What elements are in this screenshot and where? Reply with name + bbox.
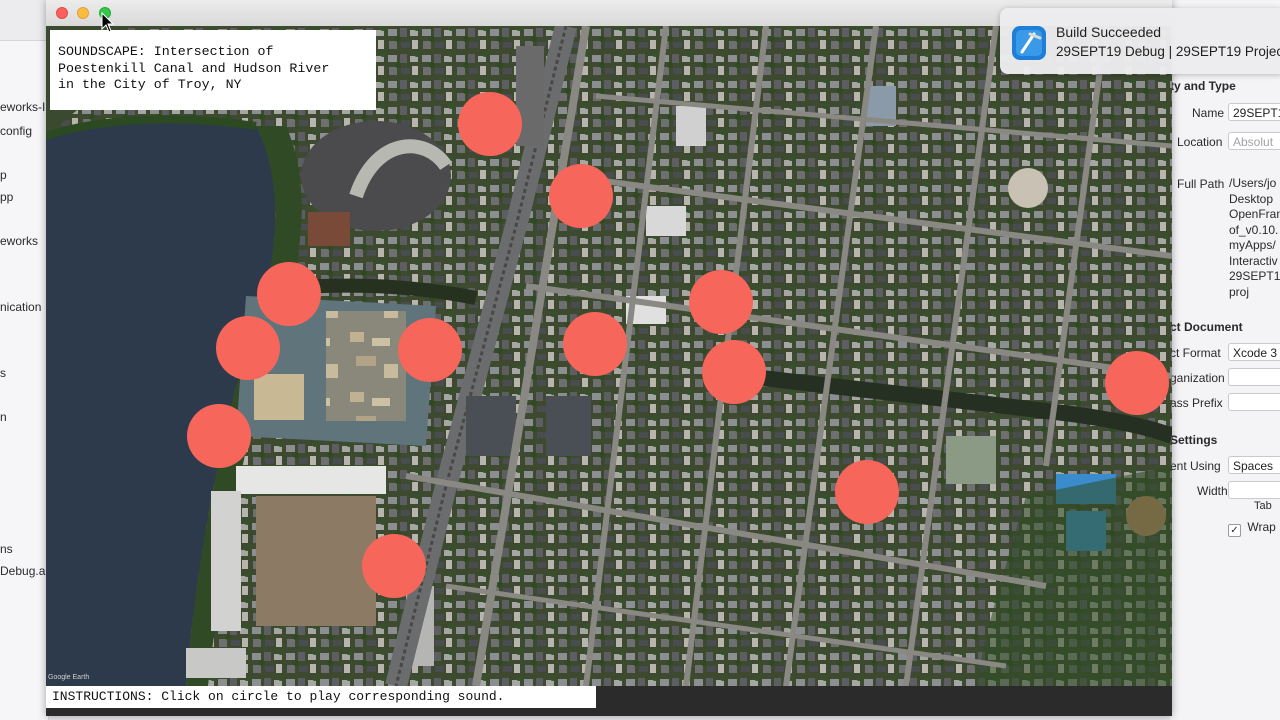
xcode-toolbar (0, 0, 48, 41)
navigator-item[interactable]: config (0, 124, 32, 138)
instructions-bar: INSTRUCTIONS: Click on circle to play co… (46, 686, 596, 708)
sound-circle-10[interactable] (835, 460, 899, 524)
navigator-item[interactable]: ns (0, 542, 13, 556)
name-field[interactable]: 29SEPT1 (1228, 103, 1280, 121)
class-prefix-field[interactable] (1228, 393, 1280, 411)
notification-title: Build Succeeded (1056, 24, 1162, 40)
location-select[interactable]: Absolut (1228, 132, 1280, 150)
title-line-2: Poestenkill Canal and Hudson River (58, 60, 330, 76)
close-window-button[interactable] (56, 7, 68, 19)
navigator-item[interactable]: p (0, 168, 7, 182)
xcode-icon (1012, 26, 1046, 60)
navigator-item[interactable]: pp (0, 190, 13, 204)
minimize-window-button[interactable] (77, 7, 89, 19)
full-path-value: /Users/jo Desktop OpenFran of_v0.10. myA… (1229, 176, 1280, 299)
section-text-settings: Settings (1170, 433, 1218, 447)
sound-circle-6[interactable] (563, 312, 627, 376)
soundscape-app-window: SOUNDSCAPE: Intersection of Poestenkill … (46, 0, 1172, 716)
xcode-file-inspector: ty and Type Name 29SEPT1 Location Absolu… (1170, 0, 1280, 720)
sound-circle-9[interactable] (187, 404, 251, 468)
checkmark-icon: ✓ (1228, 524, 1241, 537)
map-watermark: Google Earth (48, 674, 90, 681)
notification-body: 29SEPT19 Debug | 29SEPT19 Project (1056, 44, 1280, 59)
soundscape-canvas[interactable]: SOUNDSCAPE: Intersection of Poestenkill … (46, 26, 1172, 686)
indent-using-select[interactable]: Spaces (1228, 456, 1280, 474)
location-label: Location (1177, 135, 1223, 149)
navigator-item[interactable]: nication (0, 300, 41, 314)
soundscape-title-box: SOUNDSCAPE: Intersection of Poestenkill … (50, 30, 376, 110)
title-line-1: SOUNDSCAPE: Intersection of (58, 44, 274, 59)
class-prefix-label: ass Prefix (1170, 396, 1223, 410)
sound-circle-2[interactable] (549, 164, 613, 228)
indent-using-label: ent Using (1170, 459, 1221, 473)
tab-label: Tab (1254, 500, 1272, 512)
build-notification[interactable]: Build Succeeded 29SEPT19 Debug | 29SEPT1… (1000, 8, 1280, 74)
project-format-label: ct Format (1170, 346, 1221, 360)
section-project-document: ct Document (1170, 320, 1243, 334)
sound-circle-5[interactable] (398, 318, 462, 382)
sound-circle-7[interactable] (689, 270, 753, 334)
project-format-select[interactable]: Xcode 3 (1228, 343, 1280, 361)
navigator-item[interactable]: s (0, 366, 6, 380)
xcode-project-navigator: eworks-I config p pp eworks nication s n… (0, 0, 49, 720)
wrap-label: Wrap (1247, 520, 1276, 534)
sound-circle-4[interactable] (216, 316, 280, 380)
widths-field[interactable] (1228, 481, 1280, 499)
title-line-3: in the City of Troy, NY (58, 77, 242, 92)
aerial-map (46, 26, 1172, 686)
sound-circle-1[interactable] (458, 92, 522, 156)
sound-circle-12[interactable] (1105, 351, 1169, 415)
navigator-item[interactable]: n (0, 410, 7, 424)
navigator-item[interactable]: eworks (0, 234, 38, 248)
name-label: Name (1192, 106, 1225, 120)
mouse-pointer-icon (101, 12, 115, 33)
organization-label: ganization (1170, 371, 1225, 385)
full-path-label: Full Path (1177, 177, 1225, 191)
sound-circle-3[interactable] (257, 262, 321, 326)
navigator-item[interactable]: Debug.a (0, 564, 45, 578)
organization-field[interactable] (1228, 368, 1280, 386)
navigator-item[interactable]: eworks-I (0, 100, 45, 114)
section-identity-type: ty and Type (1170, 79, 1236, 93)
sound-circle-11[interactable] (362, 534, 426, 598)
sound-circle-8[interactable] (702, 340, 766, 404)
wrap-checkbox[interactable]: ✓ Wrap (1228, 520, 1276, 537)
